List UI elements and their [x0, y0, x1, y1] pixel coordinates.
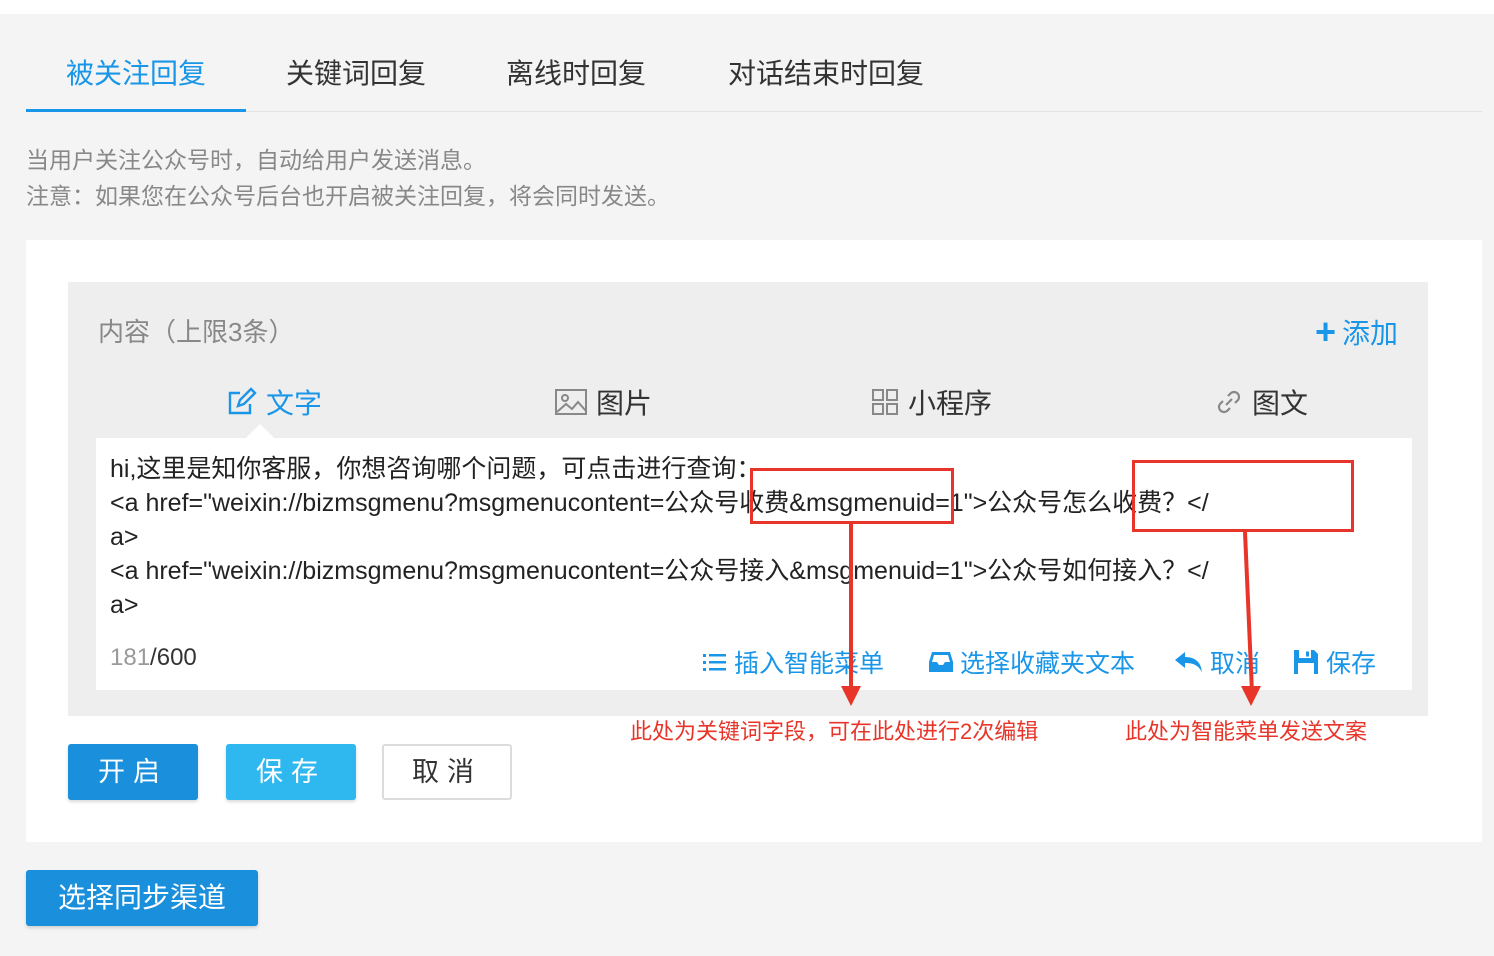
keyword-arrow-line: [849, 524, 853, 688]
char-count-current: 181: [110, 644, 151, 671]
description: 当用户关注公众号时，自动给用户发送消息。 注意：如果您在公众号后台也开启被关注回…: [26, 142, 670, 214]
cancel-edit-button[interactable]: 取消: [1174, 644, 1260, 680]
type-text-label: 文字: [266, 388, 323, 419]
top-bar: [0, 0, 1494, 14]
plus-icon: +: [1314, 311, 1336, 352]
type-image-label: 图片: [596, 388, 653, 419]
editor-line: a>: [110, 591, 139, 619]
reply-tabs: 被关注回复 关键词回复 离线时回复 对话结束时回复: [26, 40, 1482, 112]
insert-smart-menu-label: 插入智能菜单: [734, 650, 885, 678]
insert-smart-menu-button[interactable]: 插入智能菜单: [702, 644, 884, 680]
tab-keyword-reply[interactable]: 关键词回复: [266, 40, 446, 112]
keyword-arrow-head: [841, 686, 861, 706]
menu-annotation: 此处为智能菜单发送文案: [1125, 719, 1368, 744]
choose-favorites-button[interactable]: 选择收藏夹文本: [928, 644, 1135, 680]
edit-icon: [228, 387, 257, 415]
choose-favorites-label: 选择收藏夹文本: [960, 650, 1136, 678]
type-miniprogram[interactable]: 小程序: [870, 382, 992, 422]
list-icon: [703, 654, 726, 671]
tab-session-end-reply[interactable]: 对话结束时回复: [706, 40, 946, 112]
link-icon: [1217, 390, 1241, 414]
grid-icon: [872, 389, 898, 415]
content-title: 内容（上限3条）: [98, 317, 295, 347]
save-button[interactable]: 保存: [226, 744, 356, 800]
select-sync-channel-button[interactable]: 选择同步渠道: [26, 870, 258, 926]
description-line: 当用户关注公众号时，自动给用户发送消息。: [26, 147, 486, 173]
menu-arrow-head: [1241, 686, 1261, 706]
cancel-button[interactable]: 取消: [382, 744, 512, 800]
editor-line: <a href="weixin://bizmsgmenu?msgmenucont…: [110, 557, 1209, 585]
add-content-button[interactable]: + 添加: [1315, 312, 1398, 352]
type-text[interactable]: 文字: [226, 382, 322, 422]
active-tab-pointer: [246, 424, 274, 438]
image-icon: [555, 389, 587, 415]
description-note: 注意：如果您在公众号后台也开启被关注回复，将会同时发送。: [26, 183, 670, 209]
type-article[interactable]: 图文: [1214, 382, 1308, 422]
tab-offline-reply[interactable]: 离线时回复: [486, 40, 666, 112]
keyword-highlight-box: [750, 468, 954, 524]
tab-follow-reply[interactable]: 被关注回复: [26, 40, 246, 112]
undo-icon: [1175, 652, 1202, 672]
type-miniprogram-label: 小程序: [908, 388, 993, 419]
type-image[interactable]: 图片: [554, 382, 652, 422]
save-edit-button[interactable]: 保存: [1292, 644, 1376, 680]
save-edit-label: 保存: [1326, 650, 1377, 678]
floppy-icon: [1294, 650, 1318, 674]
char-counter: 181/600: [110, 644, 197, 672]
reply-card: 内容（上限3条） + 添加 文字 图片 小程序 图文 hi,这里是知你客服，你想…: [26, 240, 1482, 842]
menu-text-highlight-box: [1132, 460, 1354, 532]
char-count-max: /600: [150, 644, 197, 671]
keyword-annotation: 此处为关键词字段，可在此处进行2次编辑: [630, 719, 1039, 744]
type-article-label: 图文: [1252, 388, 1309, 419]
add-label: 添加: [1341, 318, 1398, 349]
enable-button[interactable]: 开启: [68, 744, 198, 800]
inbox-icon: [929, 652, 953, 672]
